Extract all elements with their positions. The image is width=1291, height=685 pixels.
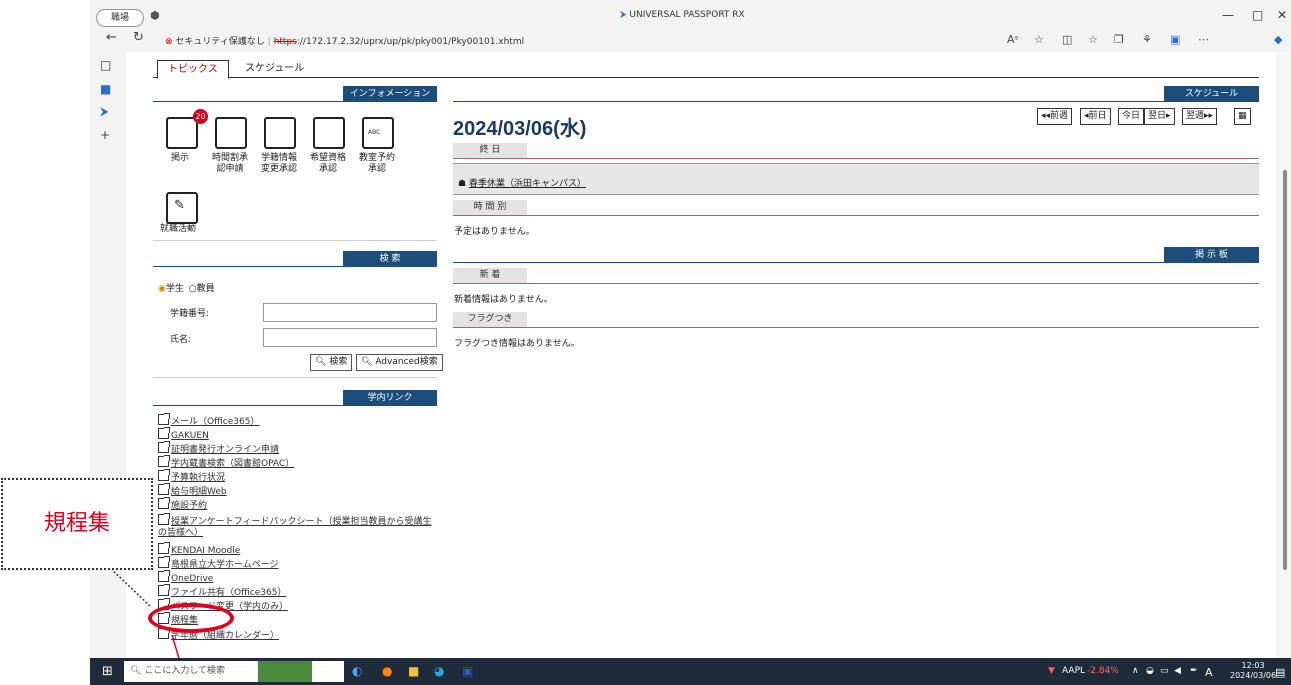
display-icon[interactable]: ▭	[1160, 666, 1169, 676]
search-highlight-image	[258, 661, 312, 682]
highlight-oval	[148, 603, 234, 633]
volume-icon[interactable]: ◀	[1174, 666, 1181, 676]
stock-name[interactable]: AAPL	[1062, 666, 1085, 676]
callout-connector	[107, 565, 151, 607]
network-icon[interactable]: ◒	[1146, 666, 1154, 676]
clock-date: 2024/03/06	[1230, 671, 1277, 680]
file-explorer-icon[interactable]: ■	[408, 664, 419, 678]
word-icon[interactable]: ▣	[462, 664, 473, 678]
clock-time: 12:03	[1241, 661, 1265, 670]
ime-indicator[interactable]: A	[1205, 666, 1213, 679]
notification-icon[interactable]: ▤	[1275, 666, 1285, 679]
edge-icon[interactable]: ◕	[434, 664, 444, 678]
windows-start-icon[interactable]: ⊞	[102, 664, 113, 679]
firefox-icon[interactable]: ●	[382, 664, 392, 678]
tray-expand-icon[interactable]: ∧	[1132, 666, 1139, 676]
widgets-icon[interactable]: ◐	[352, 664, 362, 678]
task-view-icon[interactable]: ⧉	[322, 664, 331, 679]
clock[interactable]: 12:03 2024/03/06	[1230, 661, 1276, 681]
annotation-callout: 規程集	[1, 478, 153, 570]
taskbar-search-placeholder: ここに入力して検索	[144, 666, 226, 676]
stock-down-icon: ▼	[1048, 666, 1055, 676]
search-icon: 🔍︎	[130, 666, 142, 676]
annotation-connectors	[107, 565, 188, 685]
pen-icon[interactable]: ✒	[1190, 666, 1198, 676]
stock-change: -2.84%	[1087, 666, 1119, 676]
